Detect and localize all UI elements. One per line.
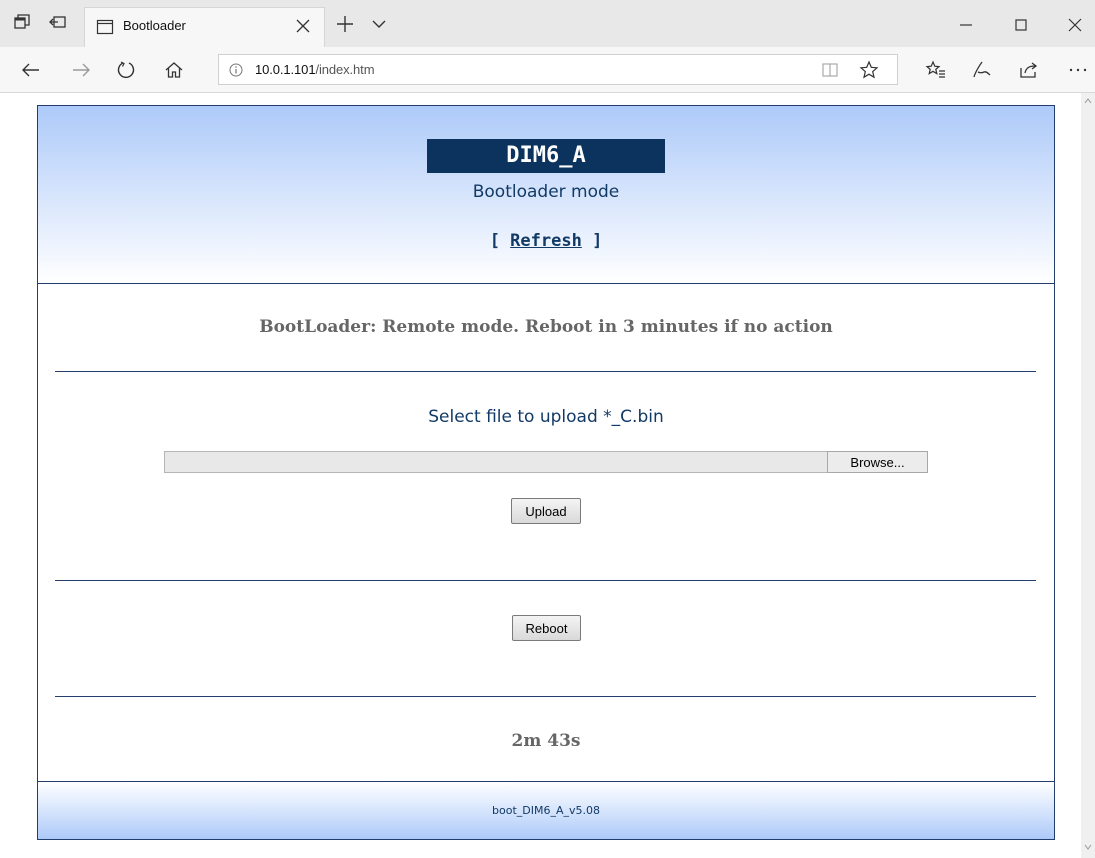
refresh-close-bracket: ] bbox=[581, 231, 603, 251]
page-viewport: DIM6_A Bootloader mode [ Refresh ] BootL… bbox=[0, 93, 1095, 858]
file-path-field[interactable] bbox=[164, 451, 828, 473]
divider bbox=[55, 371, 1036, 372]
set-tabs-aside-icon[interactable] bbox=[48, 12, 68, 32]
footer: boot_DIM6_A_v5.08 bbox=[38, 781, 1054, 839]
url-path: /index.htm bbox=[315, 62, 375, 77]
chevron-down-icon[interactable] bbox=[369, 14, 389, 34]
mode-text: Bootloader mode bbox=[472, 182, 620, 202]
more-options-icon[interactable] bbox=[1067, 59, 1089, 81]
bootloader-panel: DIM6_A Bootloader mode [ Refresh ] BootL… bbox=[37, 105, 1055, 840]
browse-button[interactable]: Browse... bbox=[827, 451, 928, 473]
forward-icon[interactable] bbox=[70, 59, 92, 81]
back-icon[interactable] bbox=[20, 59, 42, 81]
reboot-button[interactable]: Reboot bbox=[512, 615, 581, 641]
minimize-icon[interactable] bbox=[955, 14, 977, 36]
url-text[interactable]: 10.0.1.101/index.htm bbox=[255, 62, 375, 77]
vertical-scrollbar[interactable] bbox=[1081, 93, 1095, 858]
status-message: BootLoader: Remote mode. Reboot in 3 min… bbox=[259, 317, 833, 337]
countdown-timer: 2m 43s bbox=[511, 731, 581, 751]
new-tab-icon[interactable] bbox=[334, 13, 356, 35]
favorites-hub-icon[interactable] bbox=[925, 59, 947, 81]
tab-preview-icon[interactable] bbox=[12, 12, 32, 32]
address-bar[interactable]: 10.0.1.101/index.htm bbox=[218, 54, 898, 85]
refresh-icon[interactable] bbox=[115, 59, 137, 81]
page-icon bbox=[96, 18, 114, 36]
refresh-open-bracket: [ bbox=[489, 231, 511, 251]
firmware-version: boot_DIM6_A_v5.08 bbox=[492, 804, 600, 817]
refresh-link[interactable]: Refresh bbox=[510, 231, 582, 251]
divider bbox=[55, 580, 1036, 581]
pen-notes-icon[interactable] bbox=[970, 59, 992, 81]
title-bar: Bootloader bbox=[0, 0, 1095, 47]
maximize-icon[interactable] bbox=[1010, 14, 1032, 36]
upload-button[interactable]: Upload bbox=[511, 498, 581, 524]
reading-view-icon[interactable] bbox=[821, 61, 839, 79]
tab-title: Bootloader bbox=[123, 18, 186, 33]
favorite-star-icon[interactable] bbox=[859, 60, 879, 80]
url-host: 10.0.1.101 bbox=[255, 62, 316, 77]
divider bbox=[55, 696, 1036, 697]
share-icon[interactable] bbox=[1018, 59, 1040, 81]
close-tab-icon[interactable] bbox=[294, 17, 312, 35]
navigation-bar: 10.0.1.101/index.htm bbox=[0, 47, 1095, 93]
device-name: DIM6_A bbox=[427, 139, 665, 173]
close-window-icon[interactable] bbox=[1064, 14, 1086, 36]
scroll-down-arrow-icon[interactable] bbox=[1084, 843, 1092, 851]
scroll-up-arrow-icon[interactable] bbox=[1084, 97, 1092, 105]
home-icon[interactable] bbox=[163, 59, 185, 81]
upload-label: Select file to upload *_C.bin bbox=[428, 407, 664, 427]
info-icon[interactable] bbox=[229, 63, 243, 77]
tab-bootloader[interactable]: Bootloader bbox=[84, 7, 325, 47]
refresh-line: [ Refresh ] bbox=[38, 231, 1054, 251]
header: DIM6_A Bootloader mode [ Refresh ] bbox=[38, 106, 1054, 284]
